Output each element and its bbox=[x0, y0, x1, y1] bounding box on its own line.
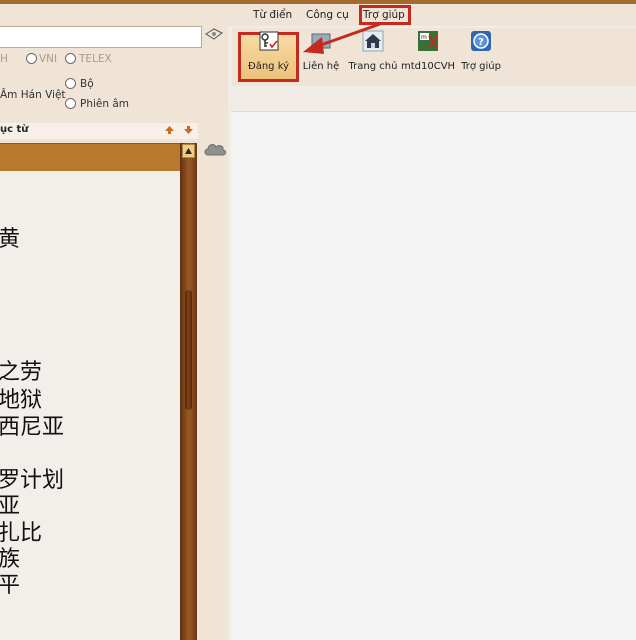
radio-vni-label: VNI bbox=[39, 53, 58, 65]
radio-phien-am[interactable] bbox=[65, 98, 76, 109]
key-register-icon bbox=[259, 31, 278, 51]
radio-vni[interactable] bbox=[26, 53, 37, 64]
scroll-up-button[interactable] bbox=[182, 144, 195, 158]
contact-label: Liên hệ bbox=[302, 61, 340, 72]
help-label: Trợ giúp bbox=[461, 61, 501, 72]
list-item[interactable]: 亚 bbox=[0, 495, 20, 519]
search-input[interactable] bbox=[0, 26, 202, 48]
mtd-app-button[interactable]: m mtd10CVH bbox=[401, 30, 455, 72]
register-label: Đăng ký bbox=[247, 61, 290, 72]
arrow-down-icon[interactable] bbox=[183, 125, 194, 135]
menu-highlight-box bbox=[359, 5, 411, 25]
menu-cong-cu[interactable]: Công cụ bbox=[306, 9, 349, 21]
home-button[interactable]: Trang chủ bbox=[348, 30, 398, 72]
list-item[interactable]: 西尼亚 bbox=[0, 416, 64, 440]
mtd-app-icon: m bbox=[418, 31, 438, 51]
help-button[interactable]: ? Trợ giúp bbox=[460, 30, 502, 72]
list-heading: ục từ bbox=[0, 124, 29, 135]
svg-text:?: ? bbox=[478, 37, 484, 48]
register-button[interactable]: Đăng ký bbox=[241, 30, 296, 72]
home-icon bbox=[362, 30, 384, 52]
list-item[interactable]: 之劳 bbox=[0, 361, 42, 385]
contact-icon bbox=[311, 33, 331, 49]
cloud-icon[interactable] bbox=[203, 140, 227, 158]
content-pane bbox=[231, 112, 636, 640]
list-item[interactable]: 平 bbox=[0, 574, 20, 598]
results-header-bar bbox=[0, 143, 180, 172]
mtd-app-label: mtd10CVH bbox=[401, 61, 456, 72]
radio-telex[interactable] bbox=[65, 53, 76, 64]
svg-text:m: m bbox=[421, 34, 427, 41]
menu-tu-dien[interactable]: Từ điển bbox=[253, 9, 292, 21]
contact-button[interactable]: Liên hệ bbox=[302, 30, 340, 72]
radio-telex-label: TELEX bbox=[79, 53, 112, 65]
home-label: Trang chủ bbox=[348, 61, 398, 72]
radio-phien-am-label: Phiên âm bbox=[80, 98, 130, 110]
han-viet-label: Âm Hán Việt bbox=[0, 89, 66, 101]
list-item[interactable]: 黄 bbox=[0, 228, 20, 252]
scroll-thumb[interactable] bbox=[185, 290, 192, 410]
speaker-icon[interactable] bbox=[204, 26, 224, 42]
help-icon: ? bbox=[471, 31, 491, 51]
list-item[interactable]: 罗计划 bbox=[0, 469, 64, 493]
radio-bo-label: Bộ bbox=[80, 78, 94, 90]
triangle-up-icon bbox=[185, 148, 192, 154]
input-mode-cut-label: H bbox=[0, 53, 8, 65]
list-item[interactable]: 扎比 bbox=[0, 522, 42, 546]
list-item[interactable]: 地狱 bbox=[0, 389, 42, 413]
list-item[interactable]: 族 bbox=[0, 548, 20, 572]
results-list[interactable]: 黄 之劳 地狱 西尼亚 罗计划 亚 扎比 族 平 bbox=[0, 171, 180, 640]
radio-bo[interactable] bbox=[65, 78, 76, 89]
arrow-up-icon[interactable] bbox=[164, 125, 175, 135]
